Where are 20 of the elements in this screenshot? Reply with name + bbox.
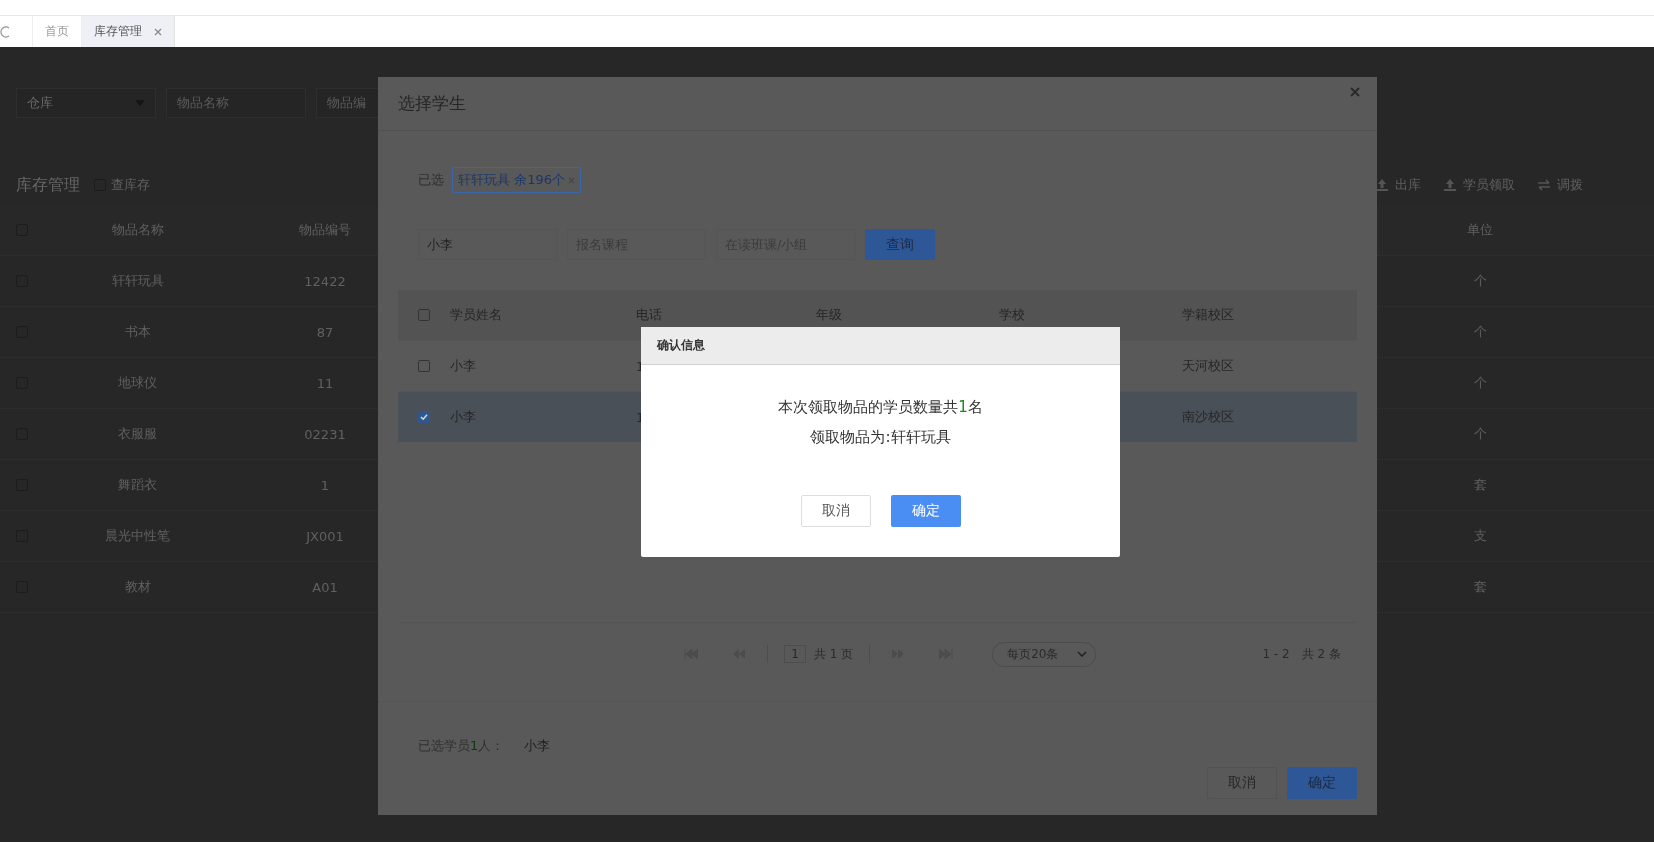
table-cell-text: 个 — [1472, 425, 1488, 443]
table-cell-text: A01 — [311, 579, 339, 595]
table-cell-text: 套 — [1472, 476, 1488, 494]
section-title: 库存管理 — [16, 174, 80, 196]
dialog-title: 确认信息 — [657, 337, 705, 354]
message-text: 领取物品为:轩轩玩具 — [810, 427, 951, 448]
table-cell-text: JX001 — [304, 528, 345, 544]
table-cell-text: 02231 — [303, 426, 347, 442]
table-cell-text: 个 — [1472, 323, 1488, 341]
table-cell-text: 套 — [1472, 578, 1488, 596]
table-cell-text: 支 — [1472, 527, 1488, 545]
table-cell-text: 个 — [1472, 272, 1488, 290]
table-cell-text: 个 — [1472, 374, 1488, 392]
selected-names: 小李 — [524, 737, 551, 755]
table-cell-text: 12422 — [303, 273, 347, 289]
table-cell-text: 87 — [315, 324, 335, 340]
table-cell-text: 1 — [319, 477, 331, 493]
table-cell-text: 11 — [315, 375, 335, 391]
table-cell-text: 教材 — [123, 578, 152, 596]
message-text: 本次领取物品的学员数量共1名 — [778, 397, 983, 418]
